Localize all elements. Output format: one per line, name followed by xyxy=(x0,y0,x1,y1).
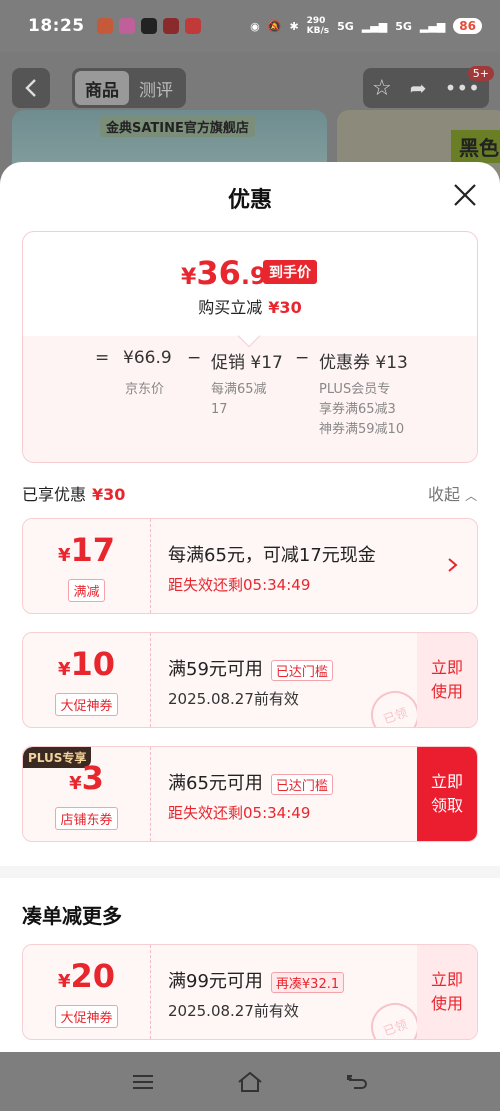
close-icon[interactable] xyxy=(452,182,478,208)
threshold-badge: 已达门槛 xyxy=(270,659,333,681)
coupon-countdown: 距失效还剩05:34:49 xyxy=(168,804,311,822)
promo-banner-text: 黑色 xyxy=(451,130,500,163)
tab-review[interactable]: 测评 xyxy=(129,76,183,101)
bluetooth-icon: ✱ xyxy=(289,19,299,33)
coupon-validity: 2025.08.27前有效 xyxy=(168,1002,299,1020)
discount-sheet: 优惠 ¥ 36 .9 到手价 购买立减 ¥30 = ¥66.9 − 促销 ¥17 … xyxy=(0,162,500,1052)
message-badge: 5+ xyxy=(467,66,494,81)
status-time: 18:25 xyxy=(28,16,85,36)
back-button[interactable] xyxy=(12,68,50,108)
coupon-type: 大促神券 xyxy=(55,692,118,716)
coupon-title: 满59元可用 已达门槛 xyxy=(168,655,333,681)
signal-1: 5G xyxy=(337,19,354,33)
coupon-type: 店铺东券 xyxy=(55,806,118,830)
store-name: 金典SATINE官方旗舰店 xyxy=(100,116,255,137)
collapse-button[interactable]: 收起 ︿ xyxy=(428,481,477,505)
threshold-badge: 再凑¥32.1 xyxy=(270,971,345,993)
coupon-amount: 优惠券 ¥13 xyxy=(319,353,408,373)
final-price-tag: 到手价 xyxy=(263,260,317,284)
promo-amount: 促销 ¥17 xyxy=(211,353,283,373)
chevron-right-icon xyxy=(448,558,458,572)
tab-goods[interactable]: 商品 xyxy=(75,71,129,105)
signal-2: 5G xyxy=(395,19,412,33)
battery: 86 xyxy=(453,18,482,34)
chevron-up-icon: ︿ xyxy=(465,489,478,503)
signal-bars-icon: ▂▄▆ xyxy=(361,19,388,33)
coupon-title: 满65元可用 已达门槛 xyxy=(168,769,333,795)
coupon-type: 满减 xyxy=(68,578,105,602)
chevron-left-icon xyxy=(25,79,36,97)
mute-icon: 🔕 xyxy=(267,19,282,33)
taobao-icon xyxy=(96,18,113,34)
system-nav-bar xyxy=(0,1052,500,1111)
promo-detail: 每满65减 17 xyxy=(211,382,267,417)
app-icon xyxy=(118,18,135,34)
shop-icon xyxy=(184,18,201,34)
status-bar: 18:25 ◉ 🔕 ✱ 290 KB/s 5G ▂▄▆ 5G ▂▄▆ 86 xyxy=(0,0,500,52)
jd-price: ¥66.9 xyxy=(123,348,172,368)
tab-switcher: 商品 测评 xyxy=(72,68,186,108)
use-now-button[interactable]: 立即 使用 xyxy=(417,633,477,727)
threshold-badge: 已达门槛 xyxy=(270,773,333,795)
price-breakdown-card: ¥ 36 .9 到手价 购买立减 ¥30 = ¥66.9 − 促销 ¥17 − 优… xyxy=(22,231,478,463)
instant-reduction: 购买立减 ¥30 xyxy=(198,298,302,317)
coupon-type: 大促神券 xyxy=(55,1004,118,1028)
share-icon[interactable]: ➦ xyxy=(410,76,427,100)
coupon-countdown: 距失效还剩05:34:49 xyxy=(168,576,311,594)
sheet-title: 优惠 xyxy=(227,188,272,213)
back-icon[interactable] xyxy=(346,1072,368,1092)
network-speed: 290 KB/s xyxy=(306,16,330,36)
enjoyed-discount: 已享优惠 ¥30 xyxy=(22,485,126,504)
tmall-icon xyxy=(162,18,179,34)
signal-bars-icon: ▂▄▆ xyxy=(419,19,446,33)
section-divider xyxy=(0,866,500,878)
coupon-title: 每满65元，可减17元现金 xyxy=(168,545,376,566)
minus-sign: − xyxy=(295,348,310,368)
home-icon[interactable] xyxy=(237,1071,263,1093)
location-icon: ◉ xyxy=(250,19,260,33)
coupon-title: 满99元可用 再凑¥32.1 xyxy=(168,967,345,993)
menu-icon[interactable] xyxy=(132,1074,154,1090)
section-title: 凑单减更多 xyxy=(22,904,122,928)
tiktok-icon xyxy=(140,18,157,34)
coupon-card: ¥20 大促神券 满99元可用 再凑¥32.1 2025.08.27前有效 已领 … xyxy=(22,944,478,1040)
use-now-button[interactable]: 立即 使用 xyxy=(417,945,477,1039)
minus-sign: − xyxy=(187,348,202,368)
final-price: ¥ 36 .9 xyxy=(181,254,267,292)
claim-now-button[interactable]: 立即 领取 xyxy=(417,747,477,841)
coupon-card: ¥10 大促神券 满59元可用 已达门槛 2025.08.27前有效 已领 立即 … xyxy=(22,632,478,728)
discount-item[interactable]: ¥17 满减 每满65元，可减17元现金 距失效还剩05:34:49 xyxy=(22,518,478,614)
equals-sign: = xyxy=(95,348,110,368)
notification-icons xyxy=(96,18,201,34)
jd-price-label: 京东价 xyxy=(125,382,165,397)
coupon-validity: 2025.08.27前有效 xyxy=(168,690,299,708)
star-icon[interactable]: ☆ xyxy=(372,76,392,101)
coupon-card: PLUS专享 ¥3 店铺东券 满65元可用 已达门槛 距失效还剩05:34:49 … xyxy=(22,746,478,842)
coupon-detail: PLUS会员专 享券满65减3 神券满59减10 xyxy=(319,382,405,437)
